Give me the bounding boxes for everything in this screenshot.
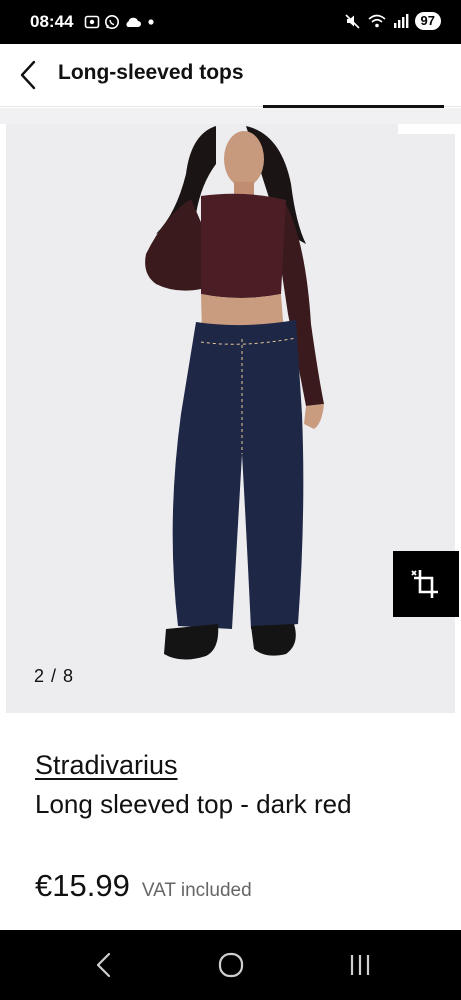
product-name: Long sleeved top - dark red (35, 789, 352, 819)
status-time: 08:44 (30, 12, 74, 31)
status-left-icons (84, 13, 156, 31)
cloud-icon (126, 17, 141, 27)
back-button[interactable] (14, 58, 44, 92)
product-image[interactable] (6, 124, 455, 713)
compare-icon (411, 570, 438, 598)
screenshot-icon (84, 15, 100, 29)
dot-icon (148, 19, 154, 25)
vat-note: VAT included (141, 880, 252, 901)
nav-home-icon (218, 952, 244, 978)
nav-back-button[interactable] (84, 948, 124, 982)
image-top-strip (0, 108, 461, 124)
price-row: €15.99 VAT included (35, 868, 252, 904)
brand-link[interactable]: Stradivarius (35, 750, 178, 781)
image-edge (398, 124, 455, 134)
price: €15.99 (35, 868, 130, 903)
whatsapp-icon (105, 15, 119, 29)
model-photo (145, 126, 324, 660)
back-arrow-icon (20, 60, 36, 90)
signal-icon (393, 14, 408, 28)
wifi-icon (368, 14, 386, 28)
app-header: Long-sleeved tops (0, 44, 461, 107)
battery-icon: 97 (414, 12, 441, 30)
gallery-counter: 2 / 8 (34, 666, 75, 686)
status-right-icons: 97 (344, 12, 441, 30)
mute-icon (344, 14, 360, 29)
nav-recents-icon (350, 955, 370, 975)
status-bar: 08:44 97 (0, 0, 461, 44)
nav-back-icon (96, 952, 111, 978)
page-title: Long-sleeved tops (58, 61, 244, 84)
compare-button[interactable] (393, 551, 459, 617)
nav-recents-button[interactable] (340, 948, 380, 982)
nav-home-button[interactable] (211, 948, 251, 982)
system-nav-bar (0, 930, 461, 1000)
